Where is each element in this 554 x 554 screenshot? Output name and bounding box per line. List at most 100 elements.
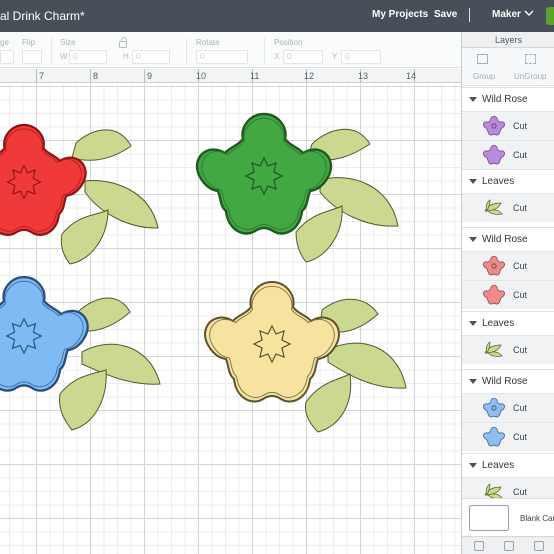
pos-y-prefix: Y <box>332 52 338 61</box>
make-it-button[interactable] <box>546 7 554 25</box>
layer-operation-label: Cut <box>513 203 528 213</box>
save-button[interactable]: Save <box>434 9 457 20</box>
group-icon[interactable] <box>477 54 488 64</box>
leaves-icon <box>484 341 503 357</box>
flower-icon <box>483 284 505 305</box>
ruler-number: 11 <box>250 71 260 81</box>
my-projects-link[interactable]: My Projects <box>372 9 428 20</box>
pos-x-prefix: X <box>274 52 280 61</box>
machine-selector[interactable]: Maker <box>492 9 521 20</box>
layer-operation-label: Cut <box>513 261 528 271</box>
size-h-prefix: H <box>123 52 129 61</box>
ruler-tick <box>90 69 91 83</box>
top-header: al Drink Charm* My Projects Save Maker <box>0 0 554 32</box>
flower-icon <box>483 144 505 165</box>
layer-row[interactable]: Cut <box>462 280 554 309</box>
flower-icon <box>483 255 505 276</box>
layer-group-name: Wild Rose <box>482 94 528 105</box>
layer-group-wild-rose[interactable]: Wild Rose <box>462 227 554 251</box>
blank-canvas-label: Blank Car <box>520 514 554 523</box>
flip-dropdown[interactable] <box>22 50 42 64</box>
canvas-artwork <box>0 112 407 433</box>
layers-title: Layers <box>494 35 522 45</box>
header-divider <box>469 8 470 22</box>
rotate-input[interactable]: 0 <box>196 50 248 64</box>
collapse-caret-icon[interactable] <box>469 97 477 102</box>
layer-row[interactable]: Cut <box>462 393 554 422</box>
layers-panel-header: Layers <box>462 32 554 48</box>
flower-blue[interactable] <box>0 275 161 431</box>
weld-icon[interactable] <box>504 541 514 551</box>
ruler-number: 12 <box>304 71 315 81</box>
collapse-caret-icon[interactable] <box>469 321 477 326</box>
layer-group-name: Leaves <box>482 318 515 329</box>
layer-row[interactable]: Cut <box>462 193 554 222</box>
ruler-number: 10 <box>196 71 207 81</box>
collapse-caret-icon[interactable] <box>469 463 477 468</box>
layer-operation-label: Cut <box>513 345 528 355</box>
group-button-label[interactable]: Group <box>473 72 495 81</box>
group-toolbar: Group UnGroup <box>462 48 554 86</box>
edit-label: ge <box>0 38 9 47</box>
layer-group-leaves[interactable]: Leaves <box>462 169 554 193</box>
layer-group-name: Wild Rose <box>482 234 528 245</box>
layer-group-name: Leaves <box>482 460 515 471</box>
blank-canvas-swatch[interactable] <box>469 505 509 531</box>
layer-operation-label: Cut <box>513 121 528 131</box>
layer-operation-label: Cut <box>513 403 528 413</box>
flower-red[interactable] <box>0 123 159 265</box>
layer-operation-label: Cut <box>513 150 528 160</box>
ungroup-button-label[interactable]: UnGroup <box>514 72 546 81</box>
layer-row[interactable]: Cut <box>462 335 554 364</box>
layer-group-leaves[interactable]: Leaves <box>462 453 554 477</box>
position-y-input[interactable]: 0 <box>341 50 381 64</box>
ruler-number: 14 <box>406 71 417 81</box>
collapse-caret-icon[interactable] <box>469 179 477 184</box>
layer-group-name: Wild Rose <box>482 376 528 387</box>
flower-icon <box>483 397 505 418</box>
lock-icon[interactable] <box>119 37 127 48</box>
ruler-number: 7 <box>39 71 45 81</box>
layer-tools-bar <box>462 536 554 554</box>
toolbar-divider <box>186 38 187 64</box>
size-label: Size <box>60 38 76 47</box>
position-label: Position <box>274 38 303 47</box>
blank-canvas-row[interactable]: Blank Car <box>462 498 554 536</box>
ruler-tick <box>36 69 37 83</box>
chevron-down-icon[interactable] <box>524 8 534 18</box>
layer-group-name: Leaves <box>482 176 515 187</box>
layer-group-wild-rose[interactable]: Wild Rose <box>462 369 554 393</box>
layer-group-leaves[interactable]: Leaves <box>462 311 554 335</box>
collapse-caret-icon[interactable] <box>469 237 477 242</box>
flower-green[interactable] <box>195 112 399 263</box>
edit-toolbar: ge Flip Size W 0 H 0 Rotate 0 Position X… <box>0 32 461 68</box>
design-canvas[interactable] <box>0 84 461 554</box>
leaves[interactable] <box>60 129 159 265</box>
ruler-number: 9 <box>147 71 153 81</box>
width-input[interactable]: 0 <box>69 50 107 64</box>
layer-row[interactable]: Cut <box>462 422 554 451</box>
layer-operation-label: Cut <box>513 432 528 442</box>
attach-icon[interactable] <box>534 541 544 551</box>
horizontal-ruler: 7 8 9 10 11 12 13 14 <box>0 69 461 83</box>
leaves-icon <box>484 199 503 215</box>
height-input[interactable]: 0 <box>132 50 170 64</box>
slice-icon[interactable] <box>474 541 484 551</box>
toolbar-divider <box>264 38 265 64</box>
position-x-input[interactable]: 0 <box>283 50 323 64</box>
rotate-label: Rotate <box>196 38 220 47</box>
ruler-number: 13 <box>358 71 369 81</box>
flower-yellow[interactable] <box>204 281 407 433</box>
layer-operation-label: Cut <box>513 290 528 300</box>
edit-dropdown[interactable] <box>0 50 14 64</box>
flip-label: Flip <box>22 38 35 47</box>
layer-group-wild-rose[interactable]: Wild Rose <box>462 87 554 111</box>
layer-row[interactable]: Cut <box>462 140 554 169</box>
ruler-number: 8 <box>93 71 99 81</box>
collapse-caret-icon[interactable] <box>469 379 477 384</box>
ruler-tick <box>144 69 145 83</box>
layer-operation-label: Cut <box>513 487 528 497</box>
ungroup-icon[interactable] <box>525 54 536 64</box>
layer-row[interactable]: Cut <box>462 251 554 280</box>
layer-row[interactable]: Cut <box>462 111 554 140</box>
